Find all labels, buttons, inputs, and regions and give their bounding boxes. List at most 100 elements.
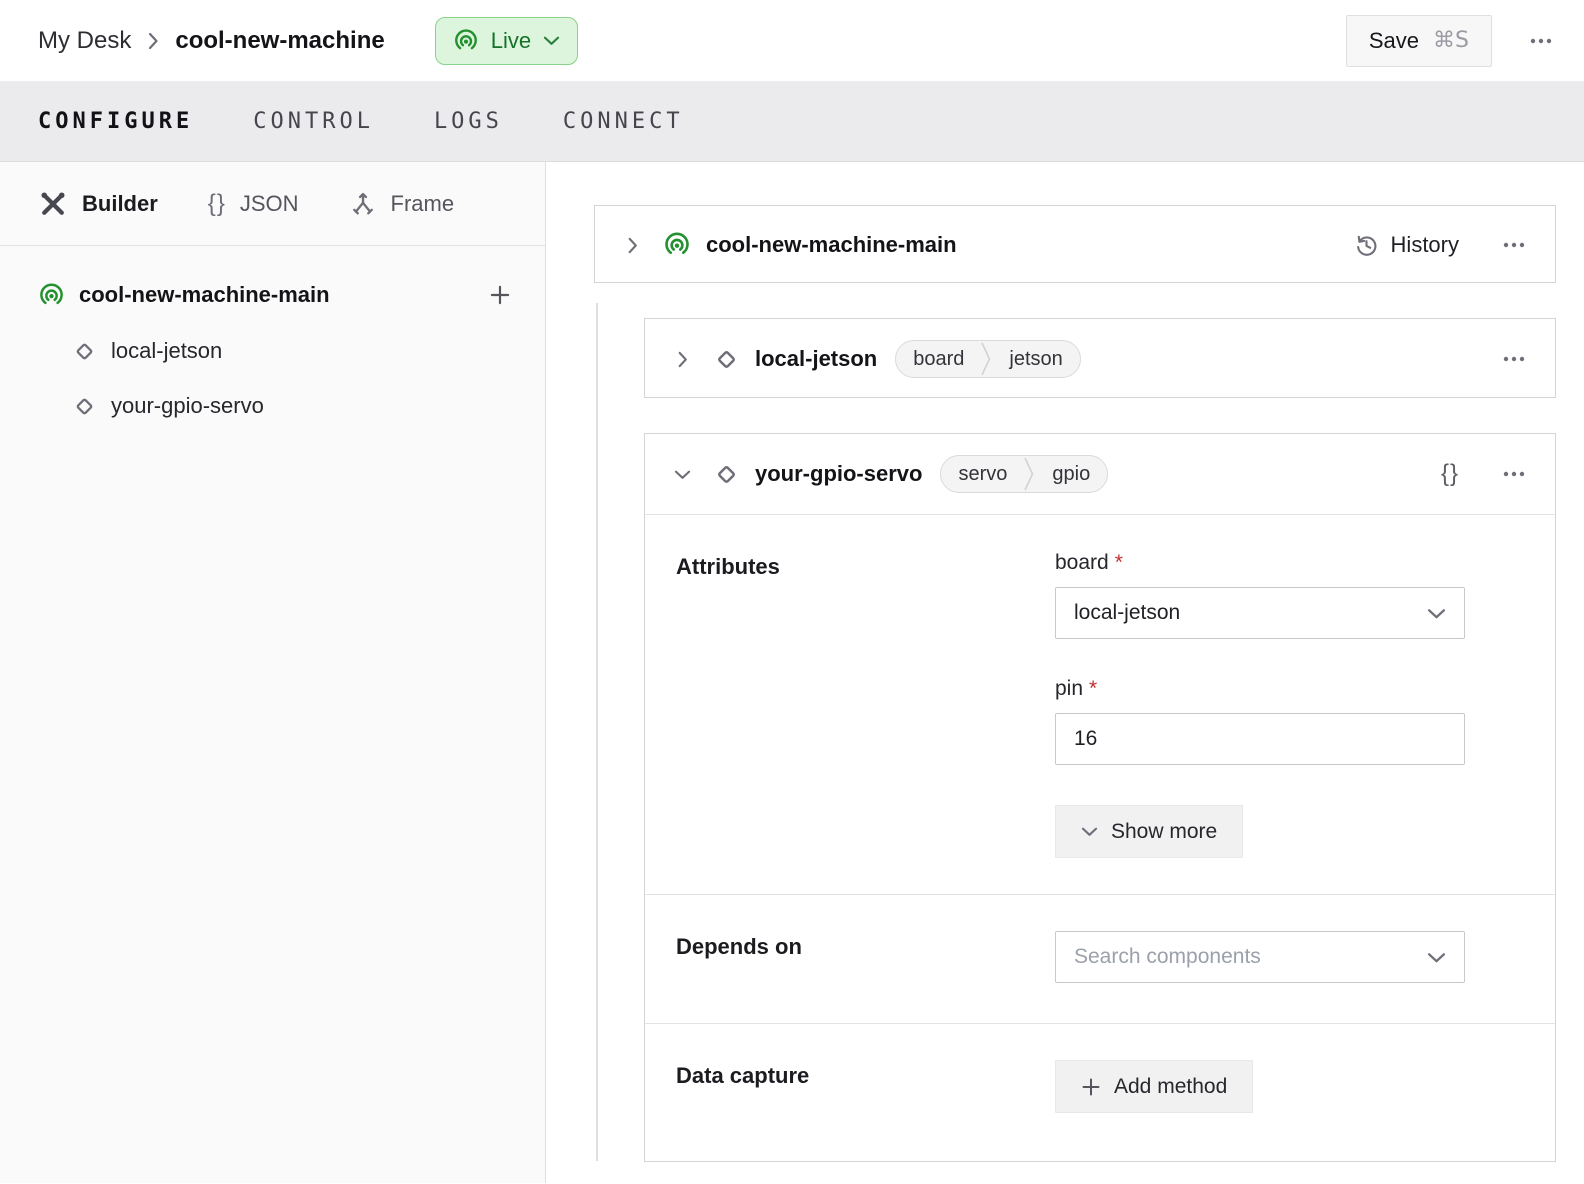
chevron-down-icon (1081, 823, 1098, 840)
chevron-down-icon (543, 32, 560, 49)
required-asterisk: * (1089, 677, 1097, 700)
config-sidebar: Builder {} JSON Frame cool-new-machine-m… (0, 162, 546, 1183)
pill-divider (1024, 455, 1035, 493)
board-select[interactable]: local-jetson (1055, 587, 1465, 639)
attributes-section: Attributes board * local-jetson pin * (645, 514, 1555, 894)
radar-icon (453, 28, 479, 54)
tab-connect[interactable]: CONNECT (563, 109, 684, 134)
component-type: servo (941, 463, 1024, 486)
attributes-fields: board * local-jetson pin * (1055, 551, 1465, 858)
status-badge-label: Live (491, 28, 531, 54)
data-capture-section: Data capture Add method (645, 1023, 1555, 1161)
radar-icon (663, 231, 691, 259)
depends-on-placeholder: Search components (1074, 945, 1261, 969)
component-diamond-icon (72, 394, 97, 419)
machine-part-card-header: cool-new-machine-main History (595, 206, 1555, 284)
show-more-label: Show more (1111, 820, 1217, 844)
frame-axes-icon (349, 190, 377, 218)
view-frame-label: Frame (391, 191, 455, 217)
history-button[interactable]: History (1354, 232, 1459, 258)
field-label-text: pin (1055, 677, 1083, 700)
data-capture-heading: Data capture (676, 1060, 1055, 1113)
servo-card-header: your-gpio-servo servo gpio {} (645, 434, 1555, 514)
history-label: History (1391, 232, 1459, 258)
pill-divider (981, 340, 992, 378)
app-header: My Desk cool-new-machine Live Save ⌘S (0, 0, 1584, 82)
add-method-button[interactable]: Add method (1055, 1060, 1253, 1113)
save-shortcut-hint: ⌘S (1433, 28, 1469, 53)
history-icon (1354, 233, 1379, 258)
breadcrumb: My Desk cool-new-machine (38, 27, 385, 55)
component-diamond-icon (713, 461, 740, 488)
board-card-header: local-jetson board jetson (645, 319, 1555, 399)
breadcrumb-separator-icon (145, 29, 161, 53)
depends-on-body: Search components (1055, 931, 1465, 983)
tree-guide-line (596, 303, 598, 1161)
add-component-icon[interactable] (487, 282, 513, 308)
component-diamond-icon (72, 339, 97, 364)
servo-card-title: your-gpio-servo (755, 461, 922, 487)
servo-component-card: your-gpio-servo servo gpio {} Attributes (644, 433, 1556, 1162)
chevron-down-icon (1427, 604, 1446, 623)
depends-on-section: Depends on Search components (645, 894, 1555, 1023)
tab-logs[interactable]: LOGS (434, 109, 503, 134)
attributes-heading: Attributes (676, 551, 1055, 858)
field-label-text: board (1055, 551, 1109, 574)
board-card-title: local-jetson (755, 346, 877, 372)
view-builder[interactable]: Builder (38, 189, 158, 219)
view-toggle: Builder {} JSON Frame (0, 162, 545, 246)
card-more-icon[interactable] (1501, 347, 1527, 371)
expand-chevron-right-icon[interactable] (623, 237, 641, 254)
view-frame[interactable]: Frame (349, 190, 455, 218)
component-type-pill: board jetson (895, 340, 1081, 378)
view-json-label: JSON (240, 191, 299, 217)
card-more-icon[interactable] (1501, 233, 1527, 257)
breadcrumb-parent-link[interactable]: My Desk (38, 27, 131, 55)
machine-part-card: cool-new-machine-main History (594, 205, 1556, 283)
config-main: cool-new-machine-main History (546, 162, 1584, 1183)
data-capture-body: Add method (1055, 1060, 1465, 1113)
tree-item-local-jetson[interactable]: local-jetson (0, 330, 545, 372)
add-method-label: Add method (1114, 1075, 1227, 1099)
chevron-down-icon (1427, 948, 1446, 967)
expand-chevron-right-icon[interactable] (673, 351, 691, 368)
board-field-label: board * (1055, 551, 1465, 575)
tools-icon (38, 189, 68, 219)
tab-configure[interactable]: CONFIGURE (38, 109, 193, 134)
breadcrumb-current: cool-new-machine (175, 27, 384, 55)
pin-input[interactable] (1055, 713, 1465, 765)
board-field: board * local-jetson (1055, 551, 1465, 639)
pin-field: pin * (1055, 677, 1465, 765)
braces-icon: {} (208, 190, 226, 218)
save-button-label: Save (1369, 28, 1419, 54)
machine-part-title: cool-new-machine-main (706, 232, 957, 258)
tree-item-label: local-jetson (111, 338, 222, 364)
show-more-button[interactable]: Show more (1055, 805, 1243, 858)
card-more-icon[interactable] (1501, 462, 1527, 486)
tree-item-your-gpio-servo[interactable]: your-gpio-servo (0, 385, 545, 427)
board-component-card: local-jetson board jetson (644, 318, 1556, 398)
depends-on-heading: Depends on (676, 931, 1055, 983)
header-more-icon[interactable] (1526, 29, 1556, 53)
component-type-pill: servo gpio (940, 455, 1108, 493)
component-tree: cool-new-machine-main local-jetson your-… (0, 246, 545, 427)
machine-status-badge[interactable]: Live (435, 17, 578, 65)
component-type: board (896, 348, 981, 371)
tree-root-name: cool-new-machine-main (79, 282, 487, 308)
view-json[interactable]: {} JSON (208, 190, 299, 218)
save-button[interactable]: Save ⌘S (1346, 15, 1492, 67)
required-asterisk: * (1115, 551, 1123, 574)
board-select-value: local-jetson (1074, 601, 1180, 625)
tree-item-label: your-gpio-servo (111, 393, 264, 419)
primary-tab-bar: CONFIGURE CONTROL LOGS CONNECT (0, 82, 1584, 162)
depends-on-select[interactable]: Search components (1055, 931, 1465, 983)
tab-control[interactable]: CONTROL (253, 109, 374, 134)
json-mode-toggle[interactable]: {} (1441, 460, 1459, 488)
view-builder-label: Builder (82, 191, 158, 217)
radar-icon (38, 282, 65, 309)
component-model: gpio (1035, 463, 1107, 486)
pin-field-label: pin * (1055, 677, 1465, 701)
tree-root-machine[interactable]: cool-new-machine-main (0, 274, 545, 316)
component-model: jetson (992, 348, 1079, 371)
collapse-chevron-down-icon[interactable] (673, 466, 691, 483)
